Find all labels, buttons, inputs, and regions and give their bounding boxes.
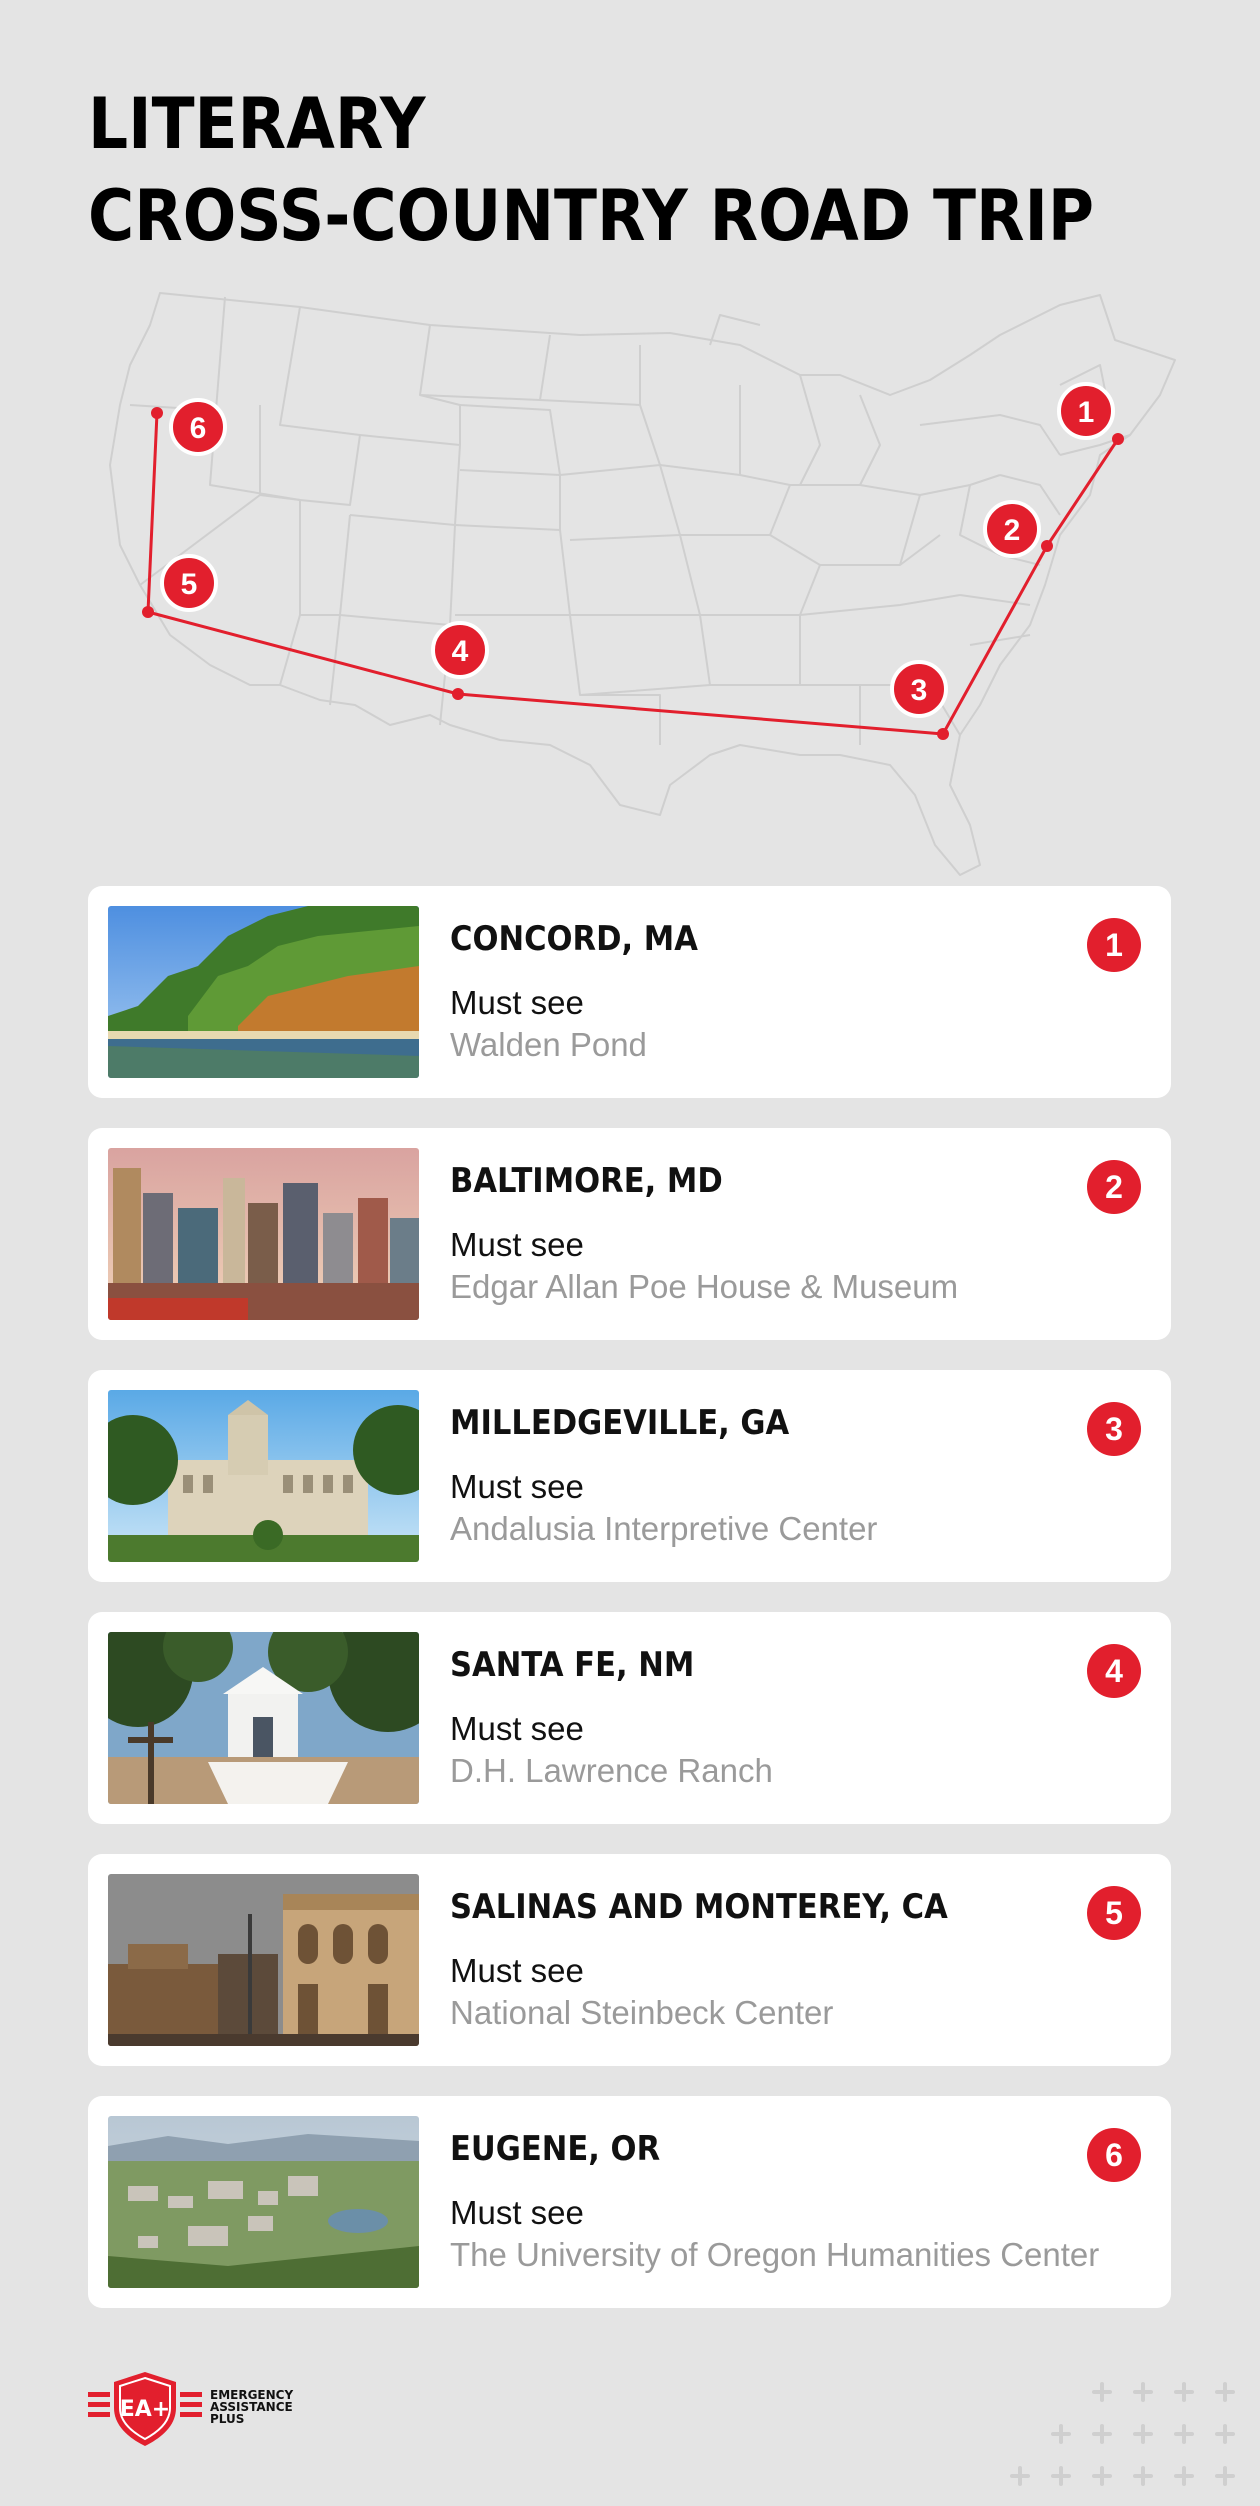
must-see-place: The University of Oregon Humanities Cent… [450, 2236, 1100, 2273]
svg-text:3: 3 [911, 674, 928, 707]
logo-wordmark: EMERGENCY ASSISTANCE PLUS [210, 2389, 293, 2425]
must-see-place: Edgar Allan Poe House & Museum [450, 1268, 959, 1305]
svg-text:6: 6 [190, 412, 207, 445]
must-see-label: Must see [450, 1952, 584, 1989]
route-line [146, 412, 1120, 736]
map-marker-6: 6 [169, 398, 227, 456]
page-title: LITERARY CROSS-COUNTRY ROAD TRIP [88, 78, 1094, 262]
svg-text:EA+: EA+ [120, 2397, 171, 2422]
map-marker-5: 5 [160, 554, 218, 612]
must-see-place: Walden Pond [450, 1026, 647, 1063]
must-see-place: D.H. Lawrence Ranch [450, 1752, 773, 1789]
white-chapel-forest-photo [108, 1632, 419, 1804]
city-skyline-photo [108, 1148, 419, 1320]
stop-number-badge: 4 [1087, 1644, 1141, 1698]
title-line-2: CROSS-COUNTRY ROAD TRIP [88, 175, 1095, 257]
stop-city: SALINAS AND MONTEREY, CA [450, 1887, 948, 1927]
stop-card-1: CONCORD, MA Must see Walden Pond 1 [88, 886, 1171, 1098]
stop-number-badge: 6 [1087, 2128, 1141, 2182]
stop-number-badge: 5 [1087, 1886, 1141, 1940]
must-see-place: Andalusia Interpretive Center [450, 1510, 878, 1547]
route-stop-dot-1 [1112, 433, 1124, 445]
stop-card-4: SANTA FE, NM Must see D.H. Lawrence Ranc… [88, 1612, 1171, 1824]
stop-card-2: BALTIMORE, MD Must see Edgar Allan Poe H… [88, 1128, 1171, 1340]
must-see-label: Must see [450, 1468, 584, 1505]
title-line-1: LITERARY [88, 83, 426, 165]
must-see-label: Must see [450, 984, 584, 1021]
stop-number-badge: 3 [1087, 1402, 1141, 1456]
decorative-plus-pattern [1010, 2382, 1235, 2486]
route-map: 1 2 3 4 5 6 [109, 292, 1176, 876]
us-states-outline [109, 292, 1176, 876]
stop-number-badge: 1 [1087, 918, 1141, 972]
must-see-label: Must see [450, 1710, 584, 1747]
must-see-place: National Steinbeck Center [450, 1994, 834, 2031]
must-see-label: Must see [450, 2194, 584, 2231]
svg-text:2: 2 [1004, 514, 1021, 547]
stop-city: MILLEDGEVILLE, GA [450, 1403, 790, 1443]
route-stop-dot-5 [142, 606, 154, 618]
pond-forest-photo [108, 906, 419, 1078]
stop-card-3: MILLEDGEVILLE, GA Must see Andalusia Int… [88, 1370, 1171, 1582]
stop-card-5: SALINAS AND MONTEREY, CA Must see Nation… [88, 1854, 1171, 2066]
map-marker-1: 1 [1057, 382, 1115, 440]
stop-city: EUGENE, OR [450, 2129, 661, 2169]
stop-city: SANTA FE, NM [450, 1645, 695, 1685]
stop-card-6: EUGENE, OR Must see The University of Or… [88, 2096, 1171, 2308]
logo-line-3: PLUS [210, 2412, 245, 2426]
must-see-label: Must see [450, 1226, 584, 1263]
stop-number-badge: 2 [1087, 1160, 1141, 1214]
route-stop-dot-3 [937, 728, 949, 740]
svg-text:4: 4 [452, 635, 469, 668]
old-town-buildings-photo [108, 1874, 419, 2046]
svg-text:1: 1 [1078, 396, 1095, 429]
route-stop-dot-6 [151, 407, 163, 419]
map-marker-3: 3 [890, 660, 948, 718]
stop-city: BALTIMORE, MD [450, 1161, 723, 1201]
route-stop-dot-2 [1041, 540, 1053, 552]
map-marker-4: 4 [431, 621, 489, 679]
route-markers: 1 2 3 4 5 6 [160, 382, 1115, 718]
map-marker-2: 2 [983, 500, 1041, 558]
aerial-town-photo [108, 2116, 419, 2288]
stop-city: CONCORD, MA [450, 919, 698, 959]
historic-building-photo [108, 1390, 419, 1562]
route-stop-dot-4 [452, 688, 464, 700]
svg-text:5: 5 [181, 568, 198, 601]
